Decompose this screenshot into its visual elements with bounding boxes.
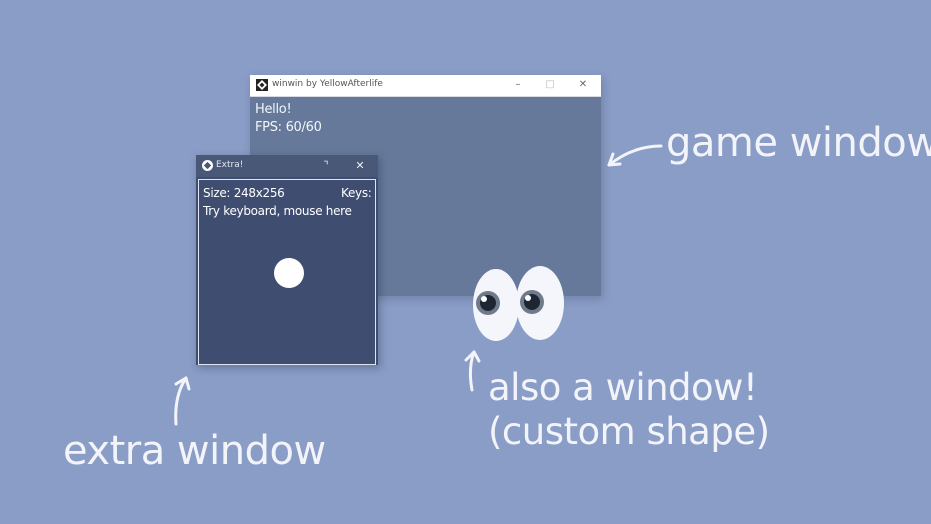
close-button[interactable]: ✕ — [567, 75, 599, 96]
eyes-icon[interactable] — [470, 265, 570, 345]
custom-shape-label-line1: also a window! — [488, 366, 758, 409]
game-window-title: winwin by YellowAfterlife — [272, 79, 383, 89]
hint-text: Try keyboard, mouse here — [203, 204, 352, 218]
hello-text: Hello! — [255, 102, 292, 117]
custom-shape-label-line2: (custom shape) — [488, 410, 770, 453]
maximize-button[interactable]: □ — [534, 75, 566, 96]
game-window-titlebar[interactable]: winwin by YellowAfterlife – □ ✕ — [250, 75, 601, 97]
extra-window[interactable]: Extra! ⌝ ✕ Size: 248x256 Keys: Try keybo… — [196, 155, 378, 365]
extra-window-label: extra window — [63, 428, 326, 474]
arrow-icon — [607, 144, 663, 167]
arrow-icon — [464, 350, 481, 392]
keys-text: Keys: — [341, 186, 372, 200]
extra-window-title: Extra! — [216, 160, 244, 170]
extra-window-client[interactable]: Size: 248x256 Keys: Try keyboard, mouse … — [198, 179, 376, 365]
fps-text: FPS: 60/60 — [255, 120, 322, 135]
minimize-button[interactable]: – — [502, 75, 534, 96]
custom-shape-label: also a window! (custom shape) — [488, 366, 770, 454]
size-text: Size: 248x256 — [203, 186, 285, 200]
desktop: winwin by YellowAfterlife – □ ✕ Hello! F… — [0, 0, 931, 524]
arrow-icon — [174, 376, 191, 426]
game-window-label: game window — [666, 120, 931, 166]
extra-window-titlebar[interactable]: Extra! ⌝ ✕ — [196, 155, 378, 177]
app-icon — [256, 79, 268, 91]
mouse-dot — [274, 258, 304, 288]
resize-button[interactable]: ⌝ — [314, 155, 338, 177]
app-icon — [202, 160, 213, 171]
close-button[interactable]: ✕ — [348, 155, 372, 177]
